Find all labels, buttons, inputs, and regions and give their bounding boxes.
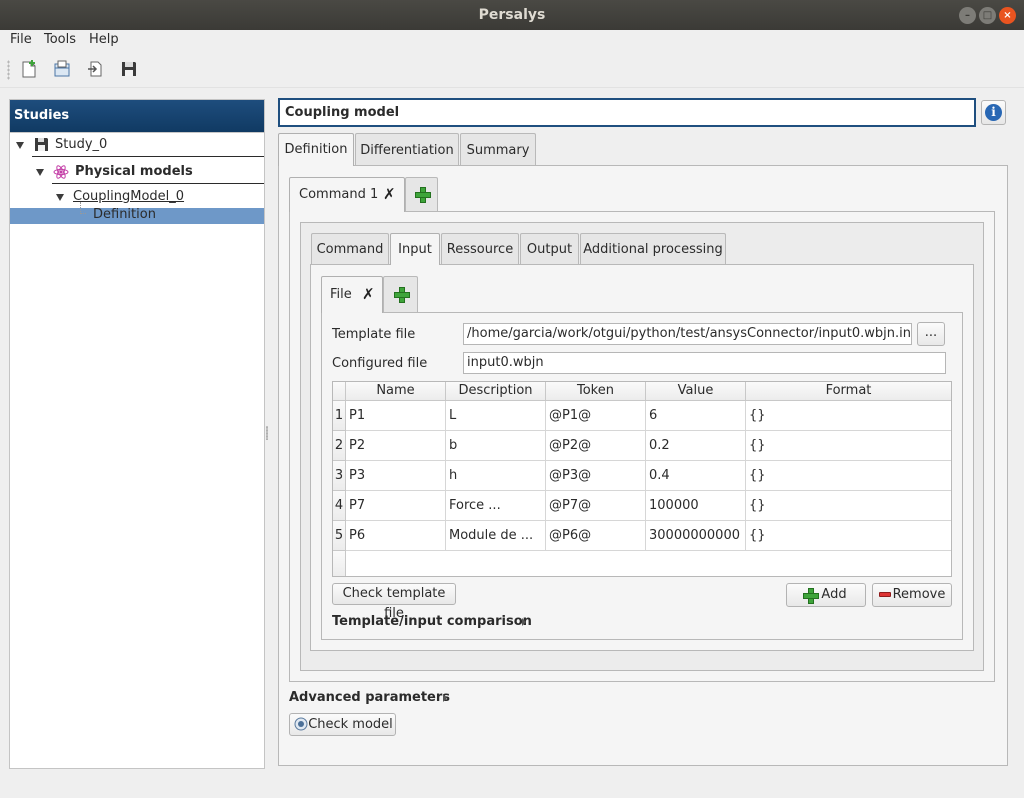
configured-file-label: Configured file	[332, 356, 428, 371]
expand-physical-models-icon[interactable]	[36, 169, 44, 176]
expand-model-icon[interactable]	[56, 194, 64, 201]
tree-item-definition[interactable]: Definition	[93, 207, 156, 225]
cell-value[interactable]: 0.2	[646, 431, 746, 461]
page-title[interactable]: Coupling model	[278, 98, 976, 127]
close-icon[interactable]: ×	[999, 7, 1016, 24]
add-command-icon	[415, 187, 431, 203]
tab-input[interactable]: Input	[390, 233, 440, 265]
expand-study-icon[interactable]	[16, 142, 24, 149]
column-header-value[interactable]: Value	[646, 382, 746, 401]
add-icon	[803, 588, 819, 604]
remove-icon	[879, 592, 891, 597]
check-template-button[interactable]: Check template file	[332, 583, 456, 621]
tab-additional-processing[interactable]: Additional processing	[580, 233, 726, 264]
import-icon[interactable]	[86, 59, 106, 79]
splitter-handle[interactable]	[266, 426, 268, 440]
command-tab-label: Command 1	[299, 187, 379, 202]
row-header[interactable]: 5	[333, 521, 346, 551]
cell-format[interactable]: {}	[746, 521, 951, 551]
study-icon	[35, 138, 48, 151]
template-file-label: Template file	[332, 327, 416, 342]
tab-command[interactable]: Command	[311, 233, 389, 264]
cell-token[interactable]: @P2@	[546, 431, 646, 461]
maximize-icon[interactable]: □	[979, 7, 996, 24]
tree-item-study[interactable]: Study_0	[55, 136, 107, 154]
studies-header: Studies	[10, 100, 264, 132]
minimize-icon[interactable]: –	[959, 7, 976, 24]
check-model-icon	[294, 717, 308, 731]
row-header[interactable]: 1	[333, 401, 346, 431]
atom-icon	[53, 165, 69, 179]
row-header-empty	[333, 551, 346, 576]
advanced-parameters-expander[interactable]: Advanced parameters	[289, 690, 450, 705]
cell-token[interactable]: @P6@	[546, 521, 646, 551]
cell-token[interactable]: @P1@	[546, 401, 646, 431]
cell-description[interactable]: Module de ...	[446, 521, 546, 551]
cell-format[interactable]: {}	[746, 401, 951, 431]
add-button-label: Add	[821, 587, 847, 602]
cell-format[interactable]: {}	[746, 461, 951, 491]
configured-file-input[interactable]: input0.wbjn	[463, 352, 946, 374]
close-command-tab-icon[interactable]: ✗	[383, 185, 396, 203]
add-button[interactable]: Add	[786, 583, 866, 607]
info-button[interactable]: i	[981, 100, 1006, 125]
cell-value[interactable]: 6	[646, 401, 746, 431]
cell-description[interactable]: b	[446, 431, 546, 461]
add-file-icon	[394, 287, 410, 303]
save-icon[interactable]	[119, 59, 139, 79]
tab-output[interactable]: Output	[520, 233, 579, 264]
cell-value[interactable]: 30000000000	[646, 521, 746, 551]
close-file-tab-icon[interactable]: ✗	[362, 285, 375, 303]
row-header[interactable]: 4	[333, 491, 346, 521]
tab-summary[interactable]: Summary	[460, 133, 536, 165]
tree-item-coupling-model[interactable]: CouplingModel_0	[73, 188, 184, 206]
row-header[interactable]: 2	[333, 431, 346, 461]
cell-name[interactable]: P3	[346, 461, 446, 491]
cell-value[interactable]: 100000	[646, 491, 746, 521]
new-study-icon[interactable]	[19, 59, 39, 79]
cell-value[interactable]: 0.4	[646, 461, 746, 491]
cell-token[interactable]: @P7@	[546, 491, 646, 521]
toolbar	[0, 50, 1024, 88]
menu-tools[interactable]: Tools	[44, 32, 76, 47]
window-title: Persalys	[478, 7, 546, 23]
table-corner[interactable]	[333, 382, 346, 401]
column-header-name[interactable]: Name	[346, 382, 446, 401]
column-header-description[interactable]: Description	[446, 382, 546, 401]
template-comparison-expander[interactable]: Template/input comparison	[332, 614, 532, 629]
remove-button-label: Remove	[892, 587, 946, 602]
cell-description[interactable]: Force ...	[446, 491, 546, 521]
menubar: File Tools Help	[0, 30, 1024, 50]
cell-format[interactable]: {}	[746, 491, 951, 521]
tab-differentiation[interactable]: Differentiation	[355, 133, 459, 165]
tab-ressource[interactable]: Ressource	[441, 233, 519, 264]
expand-advanced-icon[interactable]	[443, 694, 447, 702]
cell-name[interactable]: P6	[346, 521, 446, 551]
toolbar-grip[interactable]	[7, 60, 10, 80]
menu-help[interactable]: Help	[89, 32, 119, 47]
cell-name[interactable]: P2	[346, 431, 446, 461]
tree-item-physical-models[interactable]: Physical models	[75, 163, 193, 181]
cell-format[interactable]: {}	[746, 431, 951, 461]
expand-comparison-icon[interactable]	[522, 618, 526, 626]
studies-panel: Studies Study_0 Physical models Coupling…	[9, 99, 265, 769]
column-header-format[interactable]: Format	[746, 382, 951, 401]
cell-name[interactable]: P7	[346, 491, 446, 521]
open-study-icon[interactable]	[52, 59, 72, 79]
tab-definition[interactable]: Definition	[278, 133, 354, 166]
info-icon: i	[985, 104, 1002, 121]
file-tab-label: File	[330, 287, 352, 302]
cell-description[interactable]: h	[446, 461, 546, 491]
cell-name[interactable]: P1	[346, 401, 446, 431]
column-header-token[interactable]: Token	[546, 382, 646, 401]
template-file-input[interactable]: /home/garcia/work/otgui/python/test/ansy…	[463, 323, 912, 345]
cell-token[interactable]: @P3@	[546, 461, 646, 491]
browse-button[interactable]: ...	[917, 322, 945, 346]
window-titlebar: Persalys – □ ×	[0, 0, 1024, 30]
cell-description[interactable]: L	[446, 401, 546, 431]
variables-table: Name Description Token Value Format 1 P1…	[332, 381, 952, 577]
row-header[interactable]: 3	[333, 461, 346, 491]
menu-file[interactable]: File	[10, 32, 32, 47]
check-model-label: Check model	[308, 717, 393, 732]
